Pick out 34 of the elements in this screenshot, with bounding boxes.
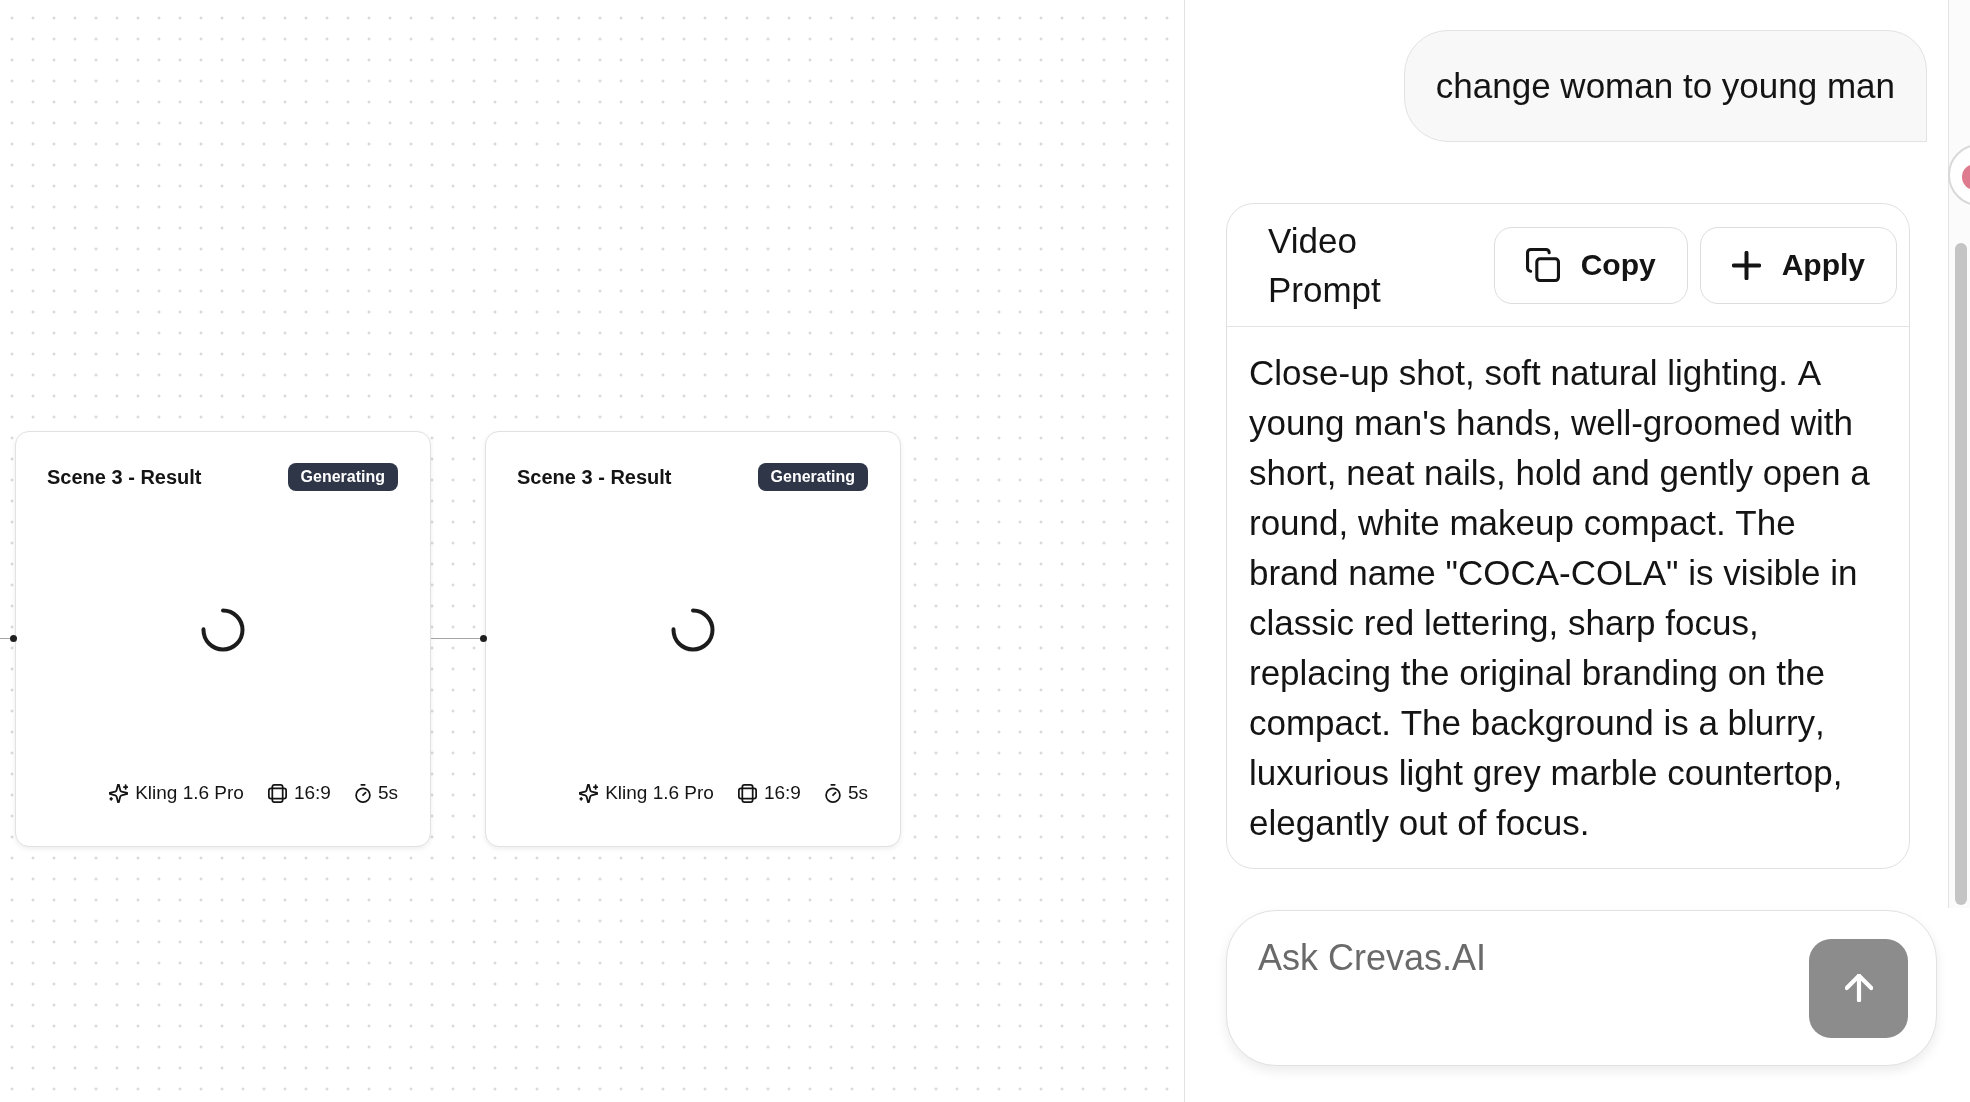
model-label: Kling 1.6 Pro bbox=[605, 782, 714, 804]
plus-icon bbox=[1731, 250, 1761, 280]
stopwatch-icon bbox=[354, 783, 371, 803]
node-card[interactable]: Scene 3 - Result Generating Kling 1.6 Pro 16:9 5s bbox=[15, 431, 431, 847]
copy-button[interactable]: Copy bbox=[1493, 226, 1688, 304]
node-title: Scene 3 - Result bbox=[517, 465, 672, 489]
sparkle-icon bbox=[579, 783, 599, 803]
copy-icon bbox=[1525, 248, 1560, 282]
user-message: change woman to young man bbox=[1403, 30, 1927, 142]
frames-icon bbox=[267, 783, 287, 803]
prompt-text: Close-up shot, soft natural lighting. A young man's hands, well-groomed with short, neat nails, hold and gently open a round, white makeup compact. The brand name "COCA-COLA" is visible in classic red lettering, sharp focus, replacing the original branding on the compact. The background is a blurry, luxurious light grey marble countertop, elegantly out of focus. bbox=[1248, 352, 1871, 844]
handle-icon[interactable] bbox=[9, 634, 17, 642]
scrollbar[interactable] bbox=[1948, 0, 1970, 908]
model-label: Kling 1.6 Pro bbox=[135, 782, 244, 804]
node-canvas[interactable]: Scene 3 - Result Generating Kling 1.6 Pro 16:9 5s Scene 3 - Result Generating Kling 1.6 Pro 16:9 5s bbox=[0, 0, 1185, 1102]
status-badge: Generating bbox=[757, 463, 868, 491]
floating-button-icon[interactable] bbox=[1946, 143, 1970, 207]
stopwatch-icon bbox=[824, 783, 841, 803]
duration-label: 5s bbox=[377, 782, 398, 804]
duration-label: 5s bbox=[847, 782, 868, 804]
node-card[interactable]: Scene 3 - Result Generating Kling 1.6 Pro 16:9 5s bbox=[485, 431, 901, 847]
message-input[interactable]: Ask Crevas.AI bbox=[1226, 910, 1937, 1066]
aspect-ratio-label: 16:9 bbox=[763, 782, 801, 804]
card-title: Video Prompt bbox=[1268, 220, 1382, 311]
connector-line bbox=[431, 638, 480, 639]
scrollbar-thumb[interactable] bbox=[1955, 243, 1967, 905]
handle-icon[interactable] bbox=[479, 634, 487, 642]
node-title: Scene 3 - Result bbox=[47, 465, 202, 489]
status-badge: Generating bbox=[287, 463, 398, 491]
sparkle-icon bbox=[109, 783, 129, 803]
frames-icon bbox=[737, 783, 757, 803]
aspect-ratio-label: 16:9 bbox=[293, 782, 331, 804]
connector-line bbox=[0, 638, 10, 639]
apply-button[interactable]: Apply bbox=[1699, 226, 1897, 304]
